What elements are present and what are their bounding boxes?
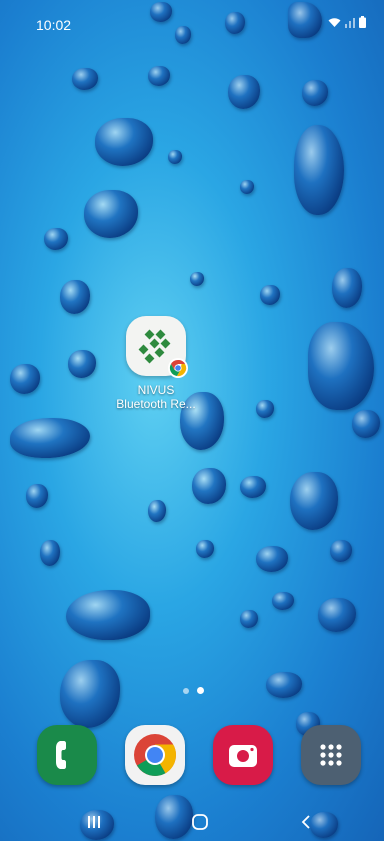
chrome-icon bbox=[134, 734, 177, 776]
recents-button[interactable] bbox=[74, 808, 114, 836]
back-icon bbox=[301, 815, 310, 829]
signal-icon bbox=[345, 18, 355, 28]
home-button[interactable] bbox=[180, 808, 220, 836]
page-dot bbox=[183, 687, 189, 694]
apps-drawer-button[interactable] bbox=[301, 725, 361, 785]
dock bbox=[0, 722, 384, 792]
status-icons bbox=[328, 16, 366, 28]
home-icon bbox=[192, 814, 208, 830]
app-label-line1: NIVUS bbox=[137, 383, 175, 397]
camera-app-button[interactable] bbox=[213, 725, 273, 785]
phone-app-button[interactable] bbox=[37, 725, 97, 785]
phone-icon bbox=[56, 741, 66, 769]
app-label-line2: Bluetooth Re... bbox=[116, 397, 196, 411]
recents-icon bbox=[88, 816, 100, 828]
navigation-bar bbox=[0, 800, 384, 841]
battery-icon bbox=[359, 16, 366, 28]
apps-grid-icon bbox=[320, 744, 342, 766]
app-shortcut-nivus[interactable]: NIVUS Bluetooth Re... bbox=[112, 316, 200, 411]
back-button[interactable] bbox=[286, 808, 326, 836]
wifi-icon bbox=[328, 18, 341, 27]
status-bar: 10:02 bbox=[0, 0, 384, 40]
page-dot-active bbox=[197, 687, 204, 694]
nivus-app-icon[interactable] bbox=[126, 316, 188, 378]
camera-icon bbox=[229, 745, 257, 767]
chrome-app-button[interactable] bbox=[125, 725, 185, 785]
home-screen: 10:02 NIVUS Bluetooth Re... bbox=[0, 0, 384, 841]
clock: 10:02 bbox=[36, 17, 72, 33]
app-label: NIVUS Bluetooth Re... bbox=[112, 383, 200, 411]
page-indicator bbox=[183, 687, 204, 694]
chrome-badge-icon bbox=[168, 358, 188, 378]
